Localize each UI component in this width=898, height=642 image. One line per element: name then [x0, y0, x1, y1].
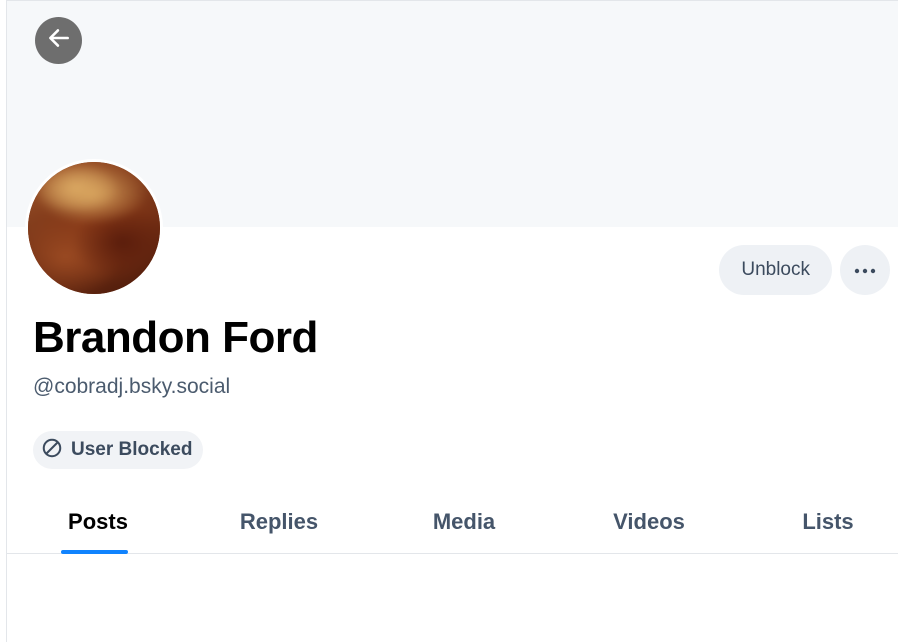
blocked-icon	[41, 437, 63, 464]
profile-actions: Unblock	[719, 245, 890, 295]
tab-lists[interactable]: Lists	[793, 491, 863, 553]
avatar-image	[28, 162, 160, 294]
profile-page: Unblock Brandon Ford @cobradj.bsky.socia…	[6, 0, 898, 642]
avatar[interactable]	[25, 159, 163, 297]
tab-media[interactable]: Media	[424, 491, 504, 553]
display-name: Brandon Ford	[33, 313, 318, 362]
tab-posts[interactable]: Posts	[61, 491, 135, 553]
unblock-button[interactable]: Unblock	[719, 245, 832, 295]
tab-label: Lists	[802, 509, 854, 534]
tab-videos[interactable]: Videos	[604, 491, 694, 553]
status-badge-label: User Blocked	[71, 439, 193, 460]
tab-label: Replies	[239, 509, 319, 534]
active-tab-indicator	[61, 550, 128, 554]
unblock-button-label: Unblock	[741, 259, 810, 280]
profile-handle: @cobradj.bsky.social	[33, 375, 231, 398]
tab-replies[interactable]: Replies	[229, 491, 329, 553]
status-badge: User Blocked	[33, 431, 204, 469]
arrow-left-icon	[46, 25, 72, 56]
tab-label: Videos	[613, 509, 685, 534]
tab-label: Posts	[68, 509, 128, 534]
ellipsis-icon	[854, 261, 876, 279]
more-options-button[interactable]	[840, 245, 890, 295]
back-button[interactable]	[35, 17, 82, 64]
profile-tabs: Posts Replies Media Videos Lists	[7, 491, 898, 554]
tab-label: Media	[432, 509, 496, 534]
